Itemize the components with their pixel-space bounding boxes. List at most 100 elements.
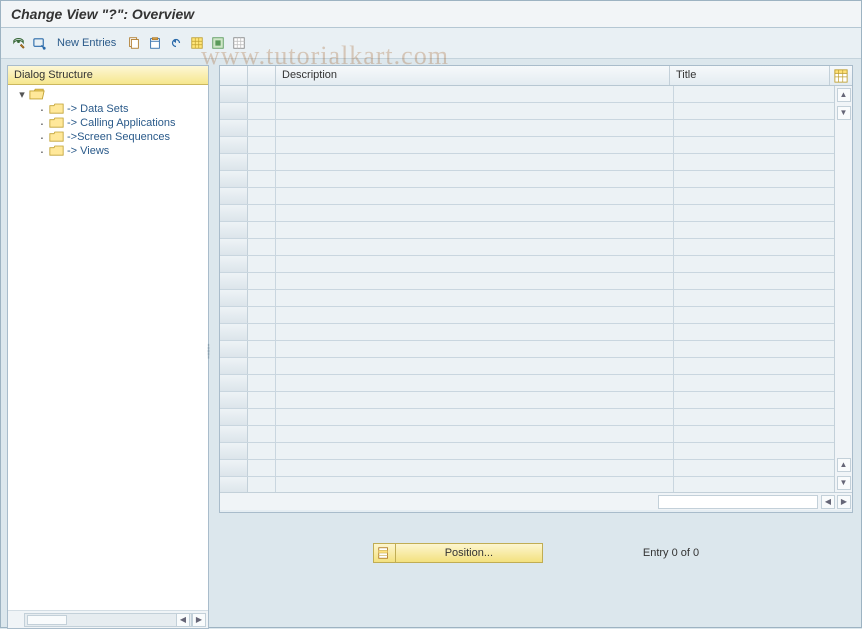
row-description-cell[interactable] [276,392,674,408]
row-description-cell[interactable] [276,154,674,170]
table-row[interactable] [220,188,834,205]
column-header-description[interactable]: Description [276,66,670,85]
deselect-all-icon[interactable] [230,34,248,52]
row-selector[interactable] [220,375,248,391]
table-row[interactable] [220,460,834,477]
scroll-up-icon[interactable]: ▲ [837,88,851,102]
row-description-cell[interactable] [276,477,674,492]
row-selector[interactable] [220,290,248,306]
row-title-cell[interactable] [674,103,834,119]
row-checkbox-cell[interactable] [248,409,276,425]
row-checkbox-cell[interactable] [248,103,276,119]
row-description-cell[interactable] [276,290,674,306]
table-row[interactable] [220,443,834,460]
row-description-cell[interactable] [276,307,674,323]
row-title-cell[interactable] [674,290,834,306]
row-checkbox-cell[interactable] [248,341,276,357]
table-row[interactable] [220,477,834,492]
row-title-cell[interactable] [674,324,834,340]
table-row[interactable] [220,273,834,290]
row-selector[interactable] [220,205,248,221]
table-vscrollbar[interactable]: ▲ ▼ ▲ ▼ [834,86,852,492]
row-title-cell[interactable] [674,341,834,357]
row-description-cell[interactable] [276,103,674,119]
table-row[interactable] [220,290,834,307]
row-selector[interactable] [220,154,248,170]
row-title-cell[interactable] [674,86,834,102]
tree-root[interactable]: ▾ [8,87,208,102]
row-checkbox-cell[interactable] [248,426,276,442]
row-title-cell[interactable] [674,273,834,289]
row-checkbox-cell[interactable] [248,120,276,136]
row-checkbox-cell[interactable] [248,205,276,221]
row-description-cell[interactable] [276,341,674,357]
row-description-cell[interactable] [276,358,674,374]
row-title-cell[interactable] [674,256,834,272]
tree-item-views[interactable]: · -> Views [8,144,208,158]
row-selector[interactable] [220,341,248,357]
row-title-cell[interactable] [674,137,834,153]
row-description-cell[interactable] [276,222,674,238]
row-title-cell[interactable] [674,443,834,459]
row-checkbox-cell[interactable] [248,358,276,374]
row-selector[interactable] [220,443,248,459]
row-title-cell[interactable] [674,375,834,391]
table-row[interactable] [220,341,834,358]
row-selector[interactable] [220,273,248,289]
scroll-left-icon[interactable]: ◀ [176,613,190,627]
sidebar-hscrollbar[interactable]: ◀ ▶ [8,610,208,628]
row-description-cell[interactable] [276,460,674,476]
row-selector[interactable] [220,426,248,442]
row-checkbox-cell[interactable] [248,273,276,289]
row-checkbox-cell[interactable] [248,307,276,323]
row-selector[interactable] [220,460,248,476]
row-title-cell[interactable] [674,154,834,170]
row-title-cell[interactable] [674,426,834,442]
row-checkbox-cell[interactable] [248,137,276,153]
row-selector[interactable] [220,171,248,187]
row-selector[interactable] [220,409,248,425]
row-checkbox-cell[interactable] [248,460,276,476]
row-title-cell[interactable] [674,409,834,425]
row-title-cell[interactable] [674,171,834,187]
table-row[interactable] [220,324,834,341]
table-row[interactable] [220,120,834,137]
table-row[interactable] [220,103,834,120]
row-description-cell[interactable] [276,324,674,340]
column-header-title[interactable]: Title [670,66,830,85]
checkbox-column-header[interactable] [248,66,276,85]
row-checkbox-cell[interactable] [248,86,276,102]
table-row[interactable] [220,154,834,171]
hscroll-track[interactable] [658,495,818,509]
undo-change-icon[interactable] [167,34,185,52]
row-selector[interactable] [220,392,248,408]
row-checkbox-cell[interactable] [248,171,276,187]
row-title-cell[interactable] [674,120,834,136]
row-title-cell[interactable] [674,188,834,204]
row-selector[interactable] [220,137,248,153]
row-title-cell[interactable] [674,477,834,492]
table-settings-icon[interactable] [830,66,852,85]
copy-as-icon[interactable] [125,34,143,52]
row-selector[interactable] [220,324,248,340]
table-row[interactable] [220,392,834,409]
table-row[interactable] [220,239,834,256]
row-selector[interactable] [220,188,248,204]
row-checkbox-cell[interactable] [248,375,276,391]
table-row[interactable] [220,222,834,239]
toggle-display-change-icon[interactable] [9,34,27,52]
row-title-cell[interactable] [674,205,834,221]
row-description-cell[interactable] [276,256,674,272]
row-description-cell[interactable] [276,375,674,391]
row-selector[interactable] [220,103,248,119]
delete-icon[interactable] [146,34,164,52]
row-checkbox-cell[interactable] [248,392,276,408]
row-selector[interactable] [220,86,248,102]
row-description-cell[interactable] [276,188,674,204]
row-selector[interactable] [220,256,248,272]
table-row[interactable] [220,426,834,443]
row-title-cell[interactable] [674,307,834,323]
row-checkbox-cell[interactable] [248,477,276,492]
row-title-cell[interactable] [674,460,834,476]
table-row[interactable] [220,409,834,426]
